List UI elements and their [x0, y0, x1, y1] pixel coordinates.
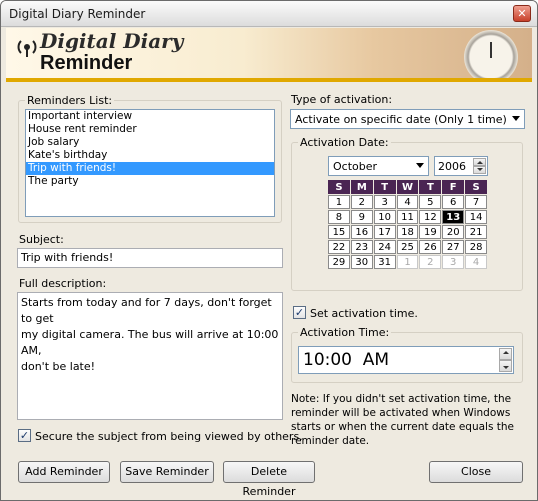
year-down-arrow-icon[interactable]	[473, 166, 486, 174]
year-up-arrow-icon[interactable]	[473, 158, 486, 166]
calendar-day[interactable]: 23	[350, 240, 373, 254]
month-value: October	[333, 160, 378, 173]
calendar-day[interactable]: 28	[465, 240, 488, 254]
calendar-day[interactable]: 24	[373, 240, 396, 254]
year-spinner[interactable]: 2006	[434, 156, 488, 176]
calendar-day[interactable]: 1	[328, 195, 350, 209]
calendar-day[interactable]: 20	[442, 225, 465, 239]
description-line: don't be late!	[21, 360, 96, 373]
calendar-day[interactable]: 30	[350, 255, 373, 269]
delete-reminder-button[interactable]: Delete Reminder	[223, 461, 315, 498]
set-activation-time-label: Set activation time.	[310, 307, 418, 320]
calendar-day[interactable]: 31	[373, 255, 396, 269]
activation-type-value: Activate on specific date (Only 1 time)	[295, 113, 507, 126]
calendar-day[interactable]: 3	[442, 255, 465, 269]
time-down-arrow-icon[interactable]	[499, 360, 512, 372]
calendar-day[interactable]: 5	[419, 195, 442, 209]
calendar-day[interactable]: 11	[396, 210, 419, 224]
reminder-list-item[interactable]: Kate's birthday	[26, 149, 274, 162]
calendar-day[interactable]: 7	[465, 195, 488, 209]
description-textarea[interactable]: Starts from today and for 7 days, don't …	[17, 292, 283, 420]
window-close-button[interactable]: ✕	[513, 5, 531, 22]
calendar-day[interactable]: 2	[419, 255, 442, 269]
dropdown-arrow-icon	[416, 163, 424, 168]
calendar-weekday-header: T	[419, 180, 442, 194]
calendar-weekday-header: W	[396, 180, 419, 194]
time-value: 10:00 AM	[303, 350, 390, 370]
brand-title-line1: Digital Diary	[40, 29, 184, 53]
calendar-day[interactable]: 14	[465, 210, 488, 224]
activation-time-input[interactable]: 10:00 AM	[298, 346, 514, 374]
description-label: Full description:	[19, 277, 107, 290]
reminder-list-item[interactable]: Important interview	[26, 110, 274, 123]
reminder-list-item[interactable]: The party	[26, 175, 274, 188]
add-reminder-button[interactable]: Add Reminder	[18, 461, 110, 483]
calendar-day[interactable]: 8	[328, 210, 350, 224]
calendar-day[interactable]: 26	[419, 240, 442, 254]
activation-date-label: Activation Date:	[298, 136, 391, 149]
reminder-list-item[interactable]: Job salary	[26, 136, 274, 149]
subject-input[interactable]: Trip with friends!	[17, 248, 283, 268]
calendar-day[interactable]: 9	[350, 210, 373, 224]
activation-note: Note: If you didn't set activation time,…	[291, 393, 515, 447]
calendar-day[interactable]: 6	[442, 195, 465, 209]
brand-title-line2: Reminder	[40, 52, 133, 74]
calendar-weekday-header: F	[442, 180, 465, 194]
window-title: Digital Diary Reminder	[9, 7, 146, 21]
calendar-weekday-header: S	[328, 180, 350, 194]
calendar-day[interactable]: 22	[328, 240, 350, 254]
calendar-weekday-header: T	[373, 180, 396, 194]
reminders-list-label: Reminders List:	[25, 94, 115, 107]
title-bar: Digital Diary Reminder ✕	[1, 1, 537, 27]
set-activation-time-checkbox[interactable]: ✓	[293, 306, 306, 319]
app-window: Digital Diary Reminder ✕ Digital Diary R…	[0, 0, 538, 501]
calendar-weekday-header: S	[465, 180, 488, 194]
secure-subject-checkbox[interactable]: ✓	[18, 429, 31, 442]
calendar-day[interactable]: 10	[373, 210, 396, 224]
calendar-day[interactable]: 27	[442, 240, 465, 254]
calendar-day[interactable]: 4	[465, 255, 488, 269]
calendar-day[interactable]: 15	[328, 225, 350, 239]
calendar-grid: S M T W T F S 1 2 3 4 5 6 7 8 9 10 11 12 13 14 15 16 17 18 19 20 21…	[328, 180, 488, 270]
calendar-day[interactable]: 16	[350, 225, 373, 239]
month-select[interactable]: October	[328, 156, 429, 176]
description-line: my digital camera. The bus will arrive a…	[21, 328, 279, 357]
reminder-list-item[interactable]: House rent reminder	[26, 123, 274, 136]
calendar-day[interactable]: 21	[465, 225, 488, 239]
year-value: 2006	[438, 160, 466, 173]
activation-type-label: Type of activation:	[291, 93, 393, 106]
calendar-day[interactable]: 17	[373, 225, 396, 239]
broadcast-icon	[17, 40, 37, 57]
reminders-list[interactable]: Important interview House rent reminder Jo…	[25, 109, 275, 217]
reminder-list-item[interactable]: Trip with friends!	[26, 162, 274, 175]
calendar-day[interactable]: 12	[419, 210, 442, 224]
calendar-day[interactable]: 2	[350, 195, 373, 209]
subject-label: Subject:	[19, 233, 64, 246]
calendar-day[interactable]: 18	[396, 225, 419, 239]
calendar-day[interactable]: 3	[373, 195, 396, 209]
calendar-day[interactable]: 1	[396, 255, 419, 269]
activation-type-select[interactable]: Activate on specific date (Only 1 time)	[290, 109, 525, 129]
secure-subject-label: Secure the subject from being viewed by …	[35, 430, 303, 443]
close-button[interactable]: Close	[429, 461, 523, 483]
calendar-day[interactable]: 4	[396, 195, 419, 209]
time-up-arrow-icon[interactable]	[499, 348, 512, 360]
calendar-weekday-header: M	[350, 180, 373, 194]
calendar-day[interactable]: 29	[328, 255, 350, 269]
app-banner: Digital Diary Reminder	[6, 28, 532, 82]
calendar-day[interactable]: 19	[419, 225, 442, 239]
calendar-day[interactable]: 25	[396, 240, 419, 254]
activation-time-label: Activation Time:	[298, 326, 392, 339]
description-line: Starts from today and for 7 days, don't …	[21, 296, 272, 325]
save-reminder-button[interactable]: Save Reminder	[120, 461, 214, 483]
dropdown-arrow-icon	[512, 116, 520, 121]
clock-icon	[464, 30, 518, 78]
calendar-day[interactable]: 13	[442, 210, 465, 224]
